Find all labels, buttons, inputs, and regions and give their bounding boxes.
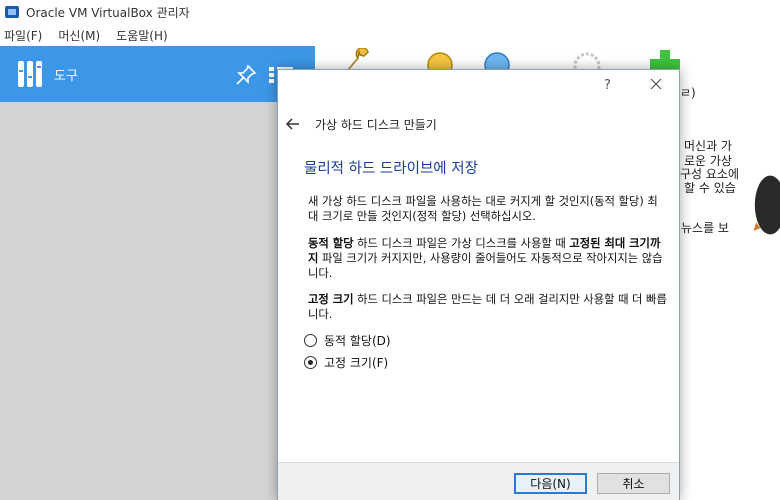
export-icon[interactable] xyxy=(482,50,512,70)
back-arrow-icon[interactable] xyxy=(285,116,301,132)
title-bar: Oracle VM VirtualBox 관리자 xyxy=(0,0,780,24)
import-icon[interactable] xyxy=(425,50,455,70)
radio-button-checked[interactable] xyxy=(304,356,317,369)
fixed-description-text: 고정 크기 하드 디스크 파일은 만드는 데 더 오래 걸리지만 사용할 때 더… xyxy=(308,292,668,322)
dynamic-text-mid: 하드 디스크 파일은 가상 디스크를 사용할 때 xyxy=(353,237,570,250)
menu-bar: 파일(F) 머신(M) 도움말(H) xyxy=(0,24,780,46)
pin-icon[interactable] xyxy=(235,64,257,86)
welcome-text-fragment: ㄹ) xyxy=(680,86,696,100)
cancel-button[interactable]: 취소 xyxy=(597,473,670,494)
dynamic-text-end: 파일 크기가 커지지만, 사용량이 줄어들어도 자동적으로 작아지지는 않습니다… xyxy=(308,252,663,280)
tools-item[interactable]: 도구 xyxy=(0,46,315,102)
tools-icon xyxy=(18,61,42,87)
gear-icon[interactable] xyxy=(570,50,604,70)
wizard-title: 가상 하드 디스크 만들기 xyxy=(315,117,437,132)
radio-label: 고정 크기(F) xyxy=(324,356,389,370)
mascot-image xyxy=(753,175,780,235)
create-virtual-hard-disk-dialog: ? 가상 하드 디스크 만들기 물리적 하드 드라이브에 저장 새 가상 하드 … xyxy=(277,69,680,500)
close-icon[interactable] xyxy=(648,76,664,92)
page-title: 물리적 하드 드라이브에 저장 xyxy=(304,161,478,177)
window-title: Oracle VM VirtualBox 관리자 xyxy=(26,5,190,20)
wizard-header: 가상 하드 디스크 만들기 xyxy=(278,110,679,138)
fixed-text-end: 하드 디스크 파일은 만드는 데 더 오래 걸리지만 사용할 때 더 빠릅니다. xyxy=(308,293,667,321)
next-button[interactable]: 다음(N) xyxy=(514,473,587,494)
fixed-bold-term: 고정 크기 xyxy=(308,293,354,306)
welcome-text-fragment: 할 수 있습 xyxy=(684,181,736,195)
virtualbox-logo-icon xyxy=(5,6,19,18)
new-icon[interactable] xyxy=(648,50,682,70)
radio-dynamic-allocation[interactable]: 동적 할당(D) xyxy=(304,332,391,349)
tools-label: 도구 xyxy=(54,68,78,84)
menu-machine[interactable]: 머신(M) xyxy=(58,27,100,44)
radio-button[interactable] xyxy=(304,334,317,347)
menu-help[interactable]: 도움말(H) xyxy=(116,27,168,44)
radio-fixed-size[interactable]: 고정 크기(F) xyxy=(304,354,388,371)
welcome-text-fragment: 뉴스를 보 xyxy=(681,221,729,235)
dialog-title-bar: ? xyxy=(278,70,679,104)
machine-list-pane: 도구 xyxy=(0,46,315,500)
help-button[interactable]: ? xyxy=(604,78,611,93)
menu-file[interactable]: 파일(F) xyxy=(4,27,42,44)
description-text: 새 가상 하드 디스크 파일을 사용하는 대로 커지게 할 것인지(동적 할당)… xyxy=(308,195,658,223)
dynamic-bold-term: 동적 할당 xyxy=(308,237,354,250)
radio-label: 동적 할당(D) xyxy=(324,334,391,348)
dynamic-description-text: 동적 할당 하드 디스크 파일은 가상 디스크를 사용할 때 고정된 최대 크기… xyxy=(308,236,668,281)
dialog-footer: 다음(N) 취소 xyxy=(278,462,679,500)
